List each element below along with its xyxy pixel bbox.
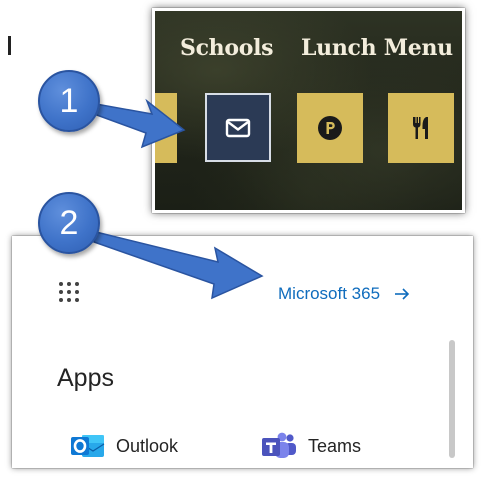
dining-quick-link-button[interactable] bbox=[388, 93, 454, 163]
scrollbar[interactable] bbox=[449, 340, 455, 458]
outlook-icon bbox=[71, 435, 105, 457]
mail-icon bbox=[225, 118, 251, 137]
dining-icon bbox=[413, 117, 428, 139]
cropped-text-fragment bbox=[8, 36, 11, 55]
website-header-panel: Schools Lunch Menu bbox=[152, 8, 465, 213]
apps-heading: Apps bbox=[57, 364, 114, 392]
callout-badge-1: 1 bbox=[38, 70, 100, 132]
teams-app-label: Teams bbox=[308, 435, 362, 456]
outlook-app-button[interactable]: Outlook bbox=[70, 432, 178, 460]
app-launcher-waffle-icon[interactable] bbox=[57, 280, 81, 304]
parking-icon bbox=[318, 116, 342, 140]
outlook-app-label: Outlook bbox=[116, 435, 179, 456]
app-launcher-panel: Microsoft 365 Apps Outlook Teams bbox=[12, 236, 473, 468]
mail-quick-link-button[interactable] bbox=[205, 93, 271, 162]
nav-item-schools[interactable]: Schools bbox=[180, 35, 274, 61]
teams-icon bbox=[262, 432, 296, 458]
microsoft-365-link-label: Microsoft 365 bbox=[278, 284, 381, 303]
callout-number-1: 1 bbox=[59, 81, 79, 120]
callout-badge-2: 2 bbox=[38, 192, 100, 254]
parking-quick-link-button[interactable] bbox=[297, 93, 363, 163]
nav-item-lunch-menu[interactable]: Lunch Menu bbox=[301, 35, 453, 61]
teams-app-button[interactable]: Teams bbox=[260, 432, 361, 460]
quick-link-tile-partial[interactable] bbox=[155, 93, 177, 163]
callout-number-2: 2 bbox=[59, 203, 79, 242]
arrow-right-icon bbox=[394, 287, 410, 301]
microsoft-365-link[interactable]: Microsoft 365 bbox=[278, 284, 410, 304]
tutorial-screenshot: Schools Lunch Menu Microsoft 365 Apps Ou… bbox=[0, 0, 481, 478]
